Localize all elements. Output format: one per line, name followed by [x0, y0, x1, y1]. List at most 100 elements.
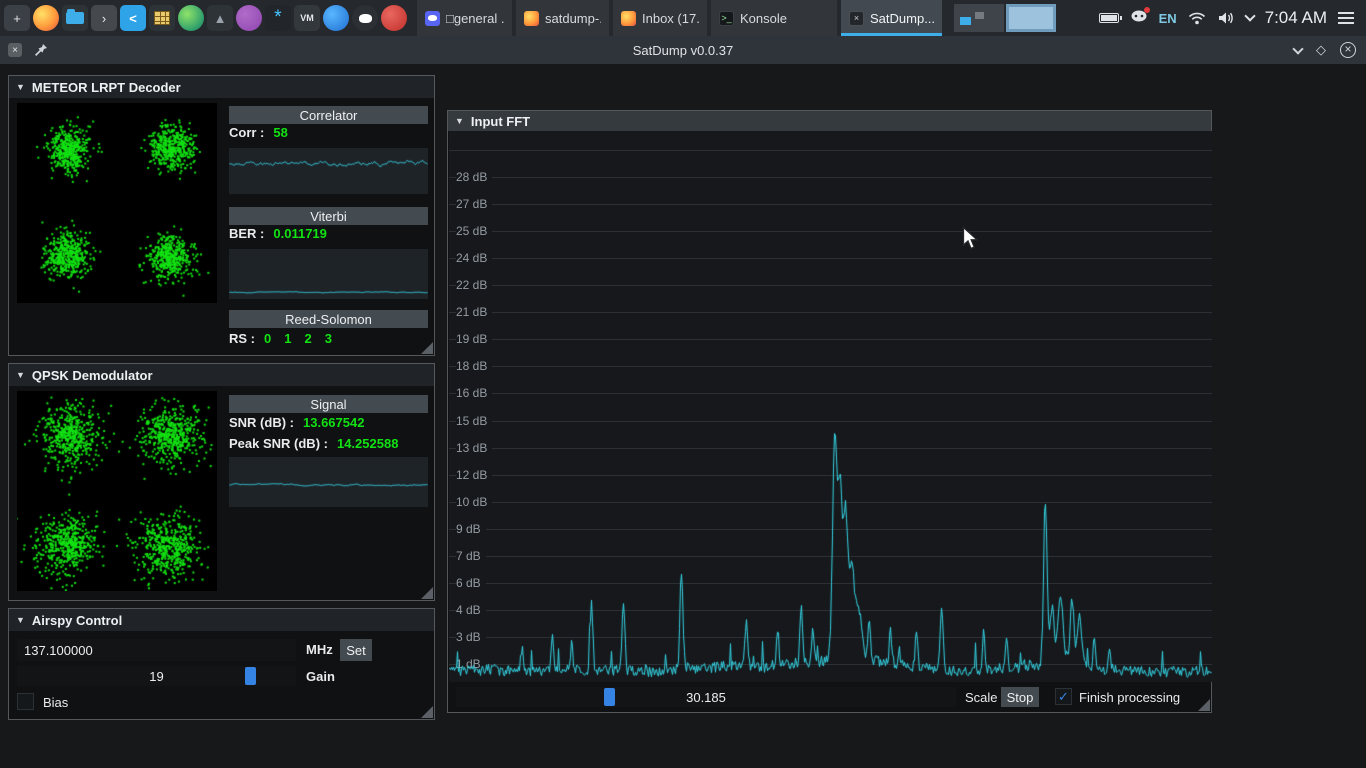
mhz-unit-label: MHz — [306, 642, 333, 657]
tray-expander-icon[interactable] — [1243, 10, 1256, 22]
resize-grip[interactable] — [421, 706, 433, 718]
launcher-discord-icon[interactable] — [352, 5, 378, 31]
set-frequency-button[interactable]: Set — [340, 639, 372, 661]
launcher-red-icon[interactable] — [381, 5, 407, 31]
decoder-panel-header[interactable]: ▼ METEOR LRPT Decoder — [9, 76, 434, 98]
gain-slider[interactable]: 19 — [17, 666, 296, 686]
notification-badge — [1143, 6, 1150, 13]
viterbi-section-header: Viterbi — [229, 207, 428, 225]
launcher-tools-icon[interactable]: + — [4, 5, 30, 31]
window-title: SatDump v0.0.37 — [632, 42, 734, 58]
discord-icon — [425, 10, 440, 26]
panel-menu-icon[interactable] — [1338, 17, 1354, 19]
taskbar-task-konsole[interactable]: >_ Konsole — [711, 0, 837, 36]
launcher-vscode-icon[interactable]: < — [120, 5, 146, 31]
peak-snr-value: 14.252588 — [336, 436, 399, 451]
demod-constellation-plot — [17, 391, 217, 591]
scale-label: Scale — [965, 690, 998, 705]
launcher-run-icon[interactable]: › — [91, 5, 117, 31]
taskbar-task-satdump[interactable]: × SatDump... — [841, 0, 942, 36]
plus-glyph: + — [13, 10, 21, 26]
fft-panel-header[interactable]: ▼ Input FFT — [448, 111, 1211, 131]
collapse-arrow-icon: ▼ — [16, 82, 25, 92]
fft-plot-area: 28 dB27 dB25 dB24 dB22 dB21 dB19 dB18 dB… — [449, 131, 1212, 682]
fft-scale-slider[interactable]: 30.185 — [456, 687, 956, 707]
task-label: satdump-... — [545, 10, 601, 26]
meteor-lrpt-decoder-panel: ▼ METEOR LRPT Decoder Correlator Corr : … — [8, 75, 435, 356]
resize-grip[interactable] — [421, 587, 433, 599]
finish-processing-label: Finish processing — [1079, 690, 1181, 705]
task-label: Inbox (17... — [642, 10, 699, 26]
battery-icon[interactable] — [1098, 13, 1122, 23]
wifi-icon[interactable] — [1188, 11, 1206, 25]
snr-label: SNR (dB) : — [229, 415, 294, 430]
rs-value-3: 3 — [324, 331, 332, 346]
resize-grip[interactable] — [1198, 699, 1210, 711]
airspy-control-panel: ▼ Airspy Control 137.100000 MHz Set 19 G… — [8, 608, 435, 720]
collapse-arrow-icon: ▼ — [16, 370, 25, 380]
ber-value-row: BER : 0.011719 — [229, 226, 327, 241]
pager-desktop-2[interactable] — [1006, 4, 1056, 32]
checkmark-icon: ✓ — [1058, 688, 1069, 704]
folder-icon — [66, 9, 84, 24]
input-fft-panel: ▼ Input FFT 28 dB27 dB25 dB24 dB22 dB21 … — [447, 110, 1212, 713]
launcher-images-icon[interactable]: ▲ — [207, 5, 233, 31]
grid-icon — [154, 11, 170, 25]
launcher-gimp-icon[interactable] — [236, 5, 262, 31]
window-preview — [1009, 7, 1053, 29]
pager-desktop-1[interactable] — [954, 4, 1004, 32]
launcher-star-icon[interactable]: * — [265, 5, 291, 31]
collapse-arrow-icon: ▼ — [16, 615, 25, 625]
taskbar: + › < ▲ * VM □general ... satdump-... — [0, 0, 1366, 36]
reed-solomon-value-row: RS : 0 1 2 3 — [229, 331, 332, 346]
mouse-cursor — [962, 226, 979, 250]
taskbar-task-firefox-inbox[interactable]: Inbox (17... — [613, 0, 707, 36]
taskbar-task-discord-general[interactable]: □general ... — [417, 0, 512, 36]
fft-panel-title: Input FFT — [470, 113, 531, 129]
firefox-icon — [621, 10, 636, 26]
correlator-value-row: Corr : 58 — [229, 125, 288, 140]
clock[interactable]: 7:04 AM — [1265, 8, 1327, 28]
launcher-blue-dot-icon[interactable] — [323, 5, 349, 31]
decoder-constellation-plot — [17, 103, 217, 303]
angle-glyph: < — [129, 10, 137, 26]
virtual-desktop-pager[interactable] — [954, 4, 1056, 32]
frequency-input[interactable]: 137.100000 — [17, 639, 296, 661]
launcher-globe-icon[interactable] — [178, 5, 204, 31]
system-tray: EN 7:04 AM — [1098, 6, 1366, 28]
discord-tray-icon[interactable] — [1130, 6, 1150, 28]
keyboard-layout-indicator[interactable]: EN — [1159, 11, 1177, 26]
demod-panel-header[interactable]: ▼ QPSK Demodulator — [9, 364, 434, 386]
launcher-file-manager-icon[interactable] — [62, 5, 88, 31]
bias-checkbox[interactable] — [17, 693, 34, 710]
rs-value-0: 0 — [264, 331, 272, 346]
taskbar-task-firefox-satdump[interactable]: satdump-... — [516, 0, 609, 36]
stop-button[interactable]: Stop — [1001, 687, 1039, 707]
qpsk-demodulator-panel: ▼ QPSK Demodulator Signal SNR (dB) : 13.… — [8, 363, 435, 601]
peak-snr-value-row: Peak SNR (dB) : 14.252588 — [229, 436, 398, 451]
launcher-spreadsheet-icon[interactable] — [149, 5, 175, 31]
ber-history-chart — [229, 249, 428, 299]
launcher-firefox-icon[interactable] — [33, 5, 59, 31]
snr-value-row: SNR (dB) : 13.667542 — [229, 415, 364, 430]
peak-snr-label: Peak SNR (dB) : — [229, 436, 328, 451]
signal-section-header: Signal — [229, 395, 428, 413]
finish-processing-checkbox[interactable]: ✓ — [1055, 688, 1072, 705]
correlator-section-header: Correlator — [229, 106, 428, 124]
mountain-glyph: ▲ — [213, 10, 227, 26]
rs-label: RS : — [229, 331, 255, 346]
vm-glyph: VM — [300, 13, 314, 23]
konsole-icon: >_ — [719, 10, 734, 26]
window-shade-button[interactable] — [1292, 42, 1304, 55]
chevron-glyph: › — [101, 10, 107, 26]
satdump-icon: × — [849, 10, 864, 26]
window-close-button[interactable]: × — [1340, 42, 1356, 58]
airspy-panel-header[interactable]: ▼ Airspy Control — [9, 609, 434, 631]
launcher-vm-icon[interactable]: VM — [294, 5, 320, 31]
resize-grip[interactable] — [421, 342, 433, 354]
airspy-panel-title: Airspy Control — [31, 612, 123, 628]
window-maximize-button[interactable]: ◇ — [1316, 42, 1326, 58]
corr-value: 58 — [273, 125, 288, 140]
window-preview — [975, 12, 984, 19]
volume-icon[interactable] — [1217, 11, 1235, 25]
